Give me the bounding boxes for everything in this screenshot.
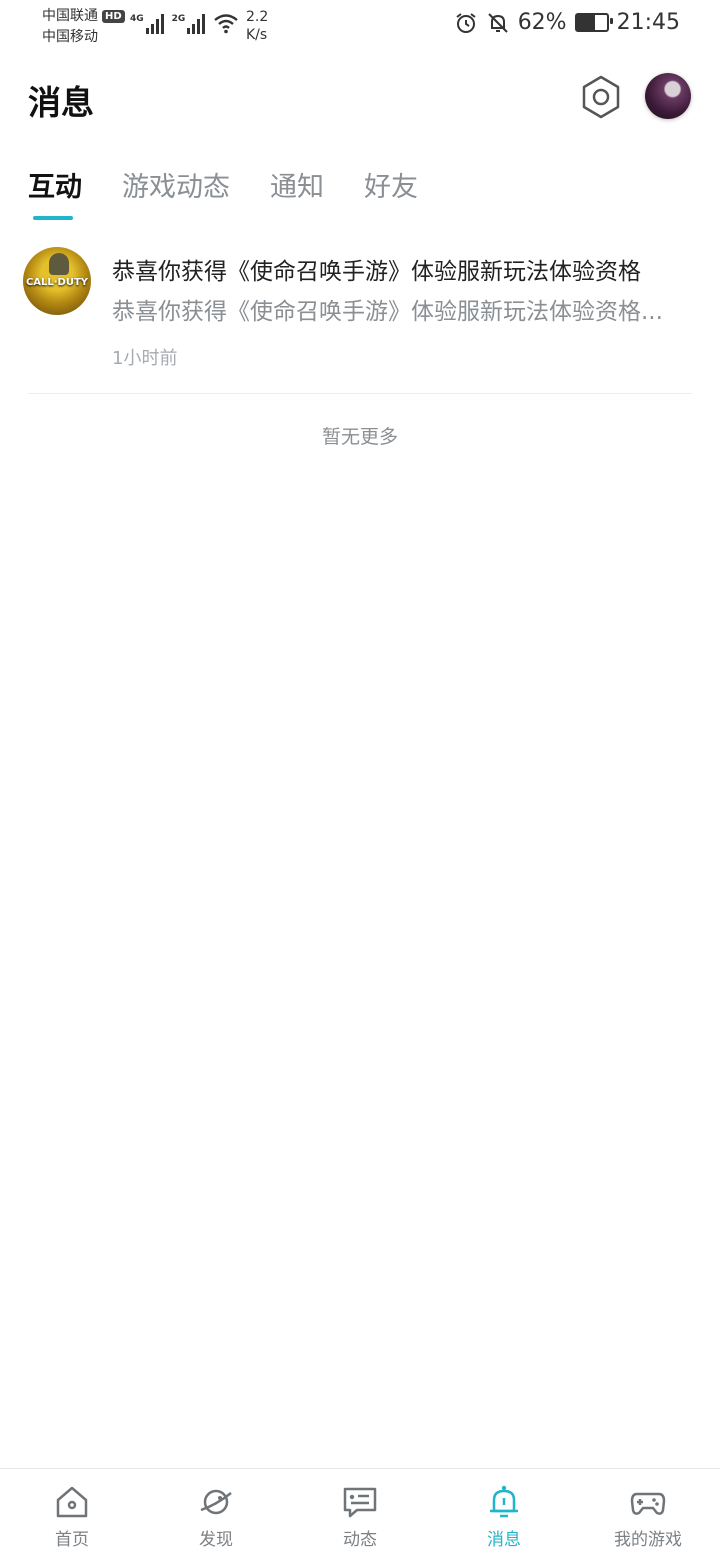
feed-icon: [343, 1487, 377, 1518]
tab-friends[interactable]: 好友: [364, 165, 418, 204]
signal-2g-icon: 2G: [172, 12, 206, 34]
battery-icon: [574, 13, 613, 32]
message-preview: 恭喜你获得《使命召唤手游》体验服新玩法体验资格...: [112, 299, 663, 325]
mute-bell-icon: [487, 12, 508, 33]
signal-indicators: 4G 2G: [130, 12, 239, 34]
clock: 21:45: [616, 10, 680, 35]
message-time: 1小时前: [112, 348, 178, 369]
network-speed: 2.2 K/s: [246, 9, 269, 43]
active-tab-indicator: [33, 216, 73, 220]
carrier-1: 中国联通: [42, 8, 98, 24]
tab-game-news[interactable]: 游戏动态: [122, 165, 230, 204]
gamepad-icon: [630, 1492, 666, 1515]
bell-icon: [490, 1485, 518, 1518]
message-item[interactable]: CALL·DUTY 恭喜你获得《使命召唤手游》体验服新玩法体验资格 恭喜你获得《…: [0, 240, 720, 394]
carrier-2: 中国移动: [42, 29, 98, 45]
nav-label-feed: 动态: [343, 1530, 377, 1550]
tab-interaction[interactable]: 互动: [28, 165, 82, 204]
hexagon-settings-icon: [582, 75, 620, 119]
message-tabs: 互动 游戏动态 通知 好友: [28, 165, 458, 204]
game-avatar: CALL·DUTY: [23, 247, 91, 315]
nav-label-messages: 消息: [487, 1530, 521, 1550]
nav-item-discover[interactable]: 发现: [144, 1469, 288, 1561]
tab-notifications[interactable]: 通知: [270, 165, 324, 204]
hd-badge: HD: [102, 10, 125, 23]
user-avatar[interactable]: [645, 73, 691, 119]
signal-4g-icon: 4G: [130, 12, 164, 34]
battery-percent: 62%: [517, 10, 567, 35]
carrier-info: 中国联通 HD 中国移动: [42, 6, 125, 48]
divider: [28, 393, 692, 394]
nav-item-messages[interactable]: 消息: [432, 1469, 576, 1561]
home-icon: [56, 1486, 88, 1518]
status-bar: 中国联通 HD 中国移动 4G 2G 2.2 K/s 62% 21:45: [0, 0, 720, 52]
status-right: 62% 21:45: [454, 10, 680, 35]
planet-icon: [200, 1489, 232, 1515]
nav-label-my-games: 我的游戏: [614, 1530, 682, 1550]
nav-label-discover: 发现: [199, 1530, 233, 1550]
message-title: 恭喜你获得《使命召唤手游》体验服新玩法体验资格: [112, 259, 641, 285]
nav-label-home: 首页: [55, 1530, 89, 1550]
page-title: 消息: [28, 83, 94, 122]
nav-item-home[interactable]: 首页: [0, 1469, 144, 1561]
alarm-icon: [456, 12, 476, 33]
settings-button[interactable]: [578, 74, 624, 120]
nav-item-feed[interactable]: 动态: [288, 1469, 432, 1561]
wifi-icon: [214, 14, 239, 34]
list-end-text: 暂无更多: [321, 426, 398, 448]
bottom-nav: 首页 发现 动态 消息 我的游戏: [0, 1468, 720, 1561]
nav-item-my-games[interactable]: 我的游戏: [576, 1469, 720, 1561]
